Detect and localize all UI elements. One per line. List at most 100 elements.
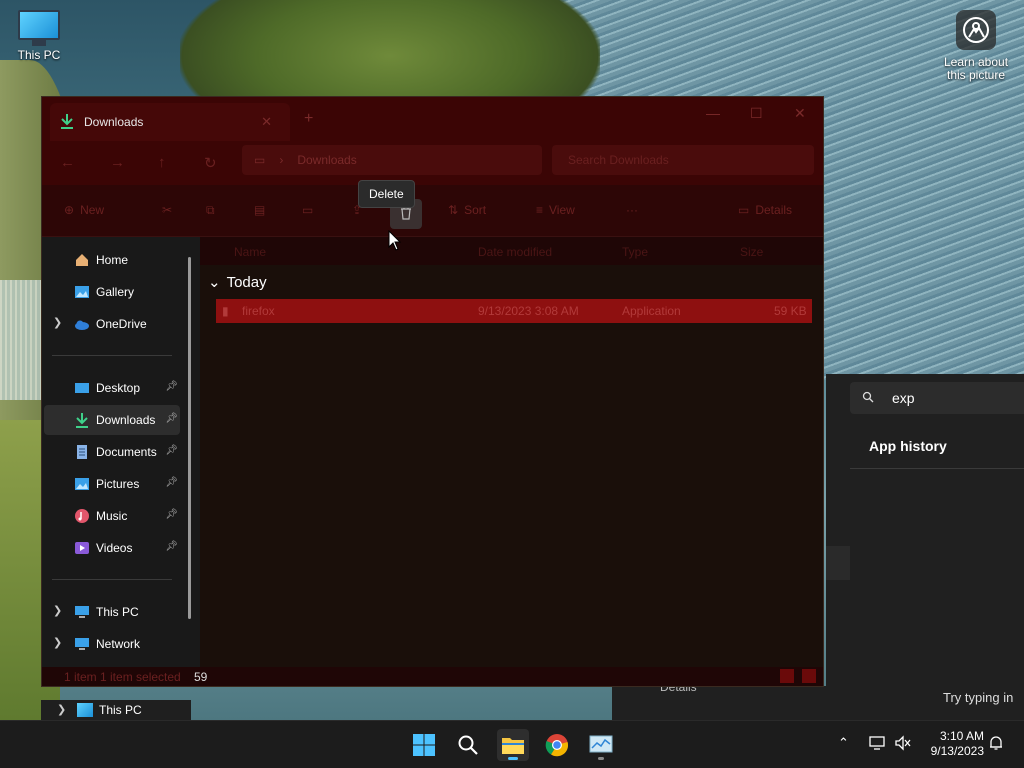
sidebar-item-onedrive[interactable]: ❯ OneDrive xyxy=(44,309,180,339)
taskbar-chrome[interactable] xyxy=(541,729,573,761)
new-tab-button[interactable]: + xyxy=(304,110,313,128)
chevron-up-icon[interactable]: ⌃ xyxy=(838,735,849,751)
status-size: 59 xyxy=(194,670,208,684)
rename-icon[interactable]: ▭ xyxy=(302,203,313,217)
more-button[interactable]: ··· xyxy=(626,203,638,217)
video-icon xyxy=(75,542,89,554)
sidebar-item-videos[interactable]: Videos 📌︎ xyxy=(44,533,180,563)
file-list: Name Date modified Type Size ⌄ Today ▮ f… xyxy=(200,237,823,667)
download-icon xyxy=(76,413,88,428)
camera-info-icon xyxy=(956,10,996,50)
sidebar-item-gallery[interactable]: Gallery xyxy=(44,277,180,307)
folder-icon xyxy=(502,738,524,754)
details-button[interactable]: ▭ Details xyxy=(738,203,792,217)
sidebar-item-music[interactable]: Music 📌︎ xyxy=(44,501,180,531)
nav-this-pc-strip[interactable]: ❯ This PC xyxy=(41,700,191,720)
search-query: exp xyxy=(892,390,915,406)
taskbar-task-manager[interactable] xyxy=(585,729,617,761)
learn-about-picture[interactable]: Learn about this picture xyxy=(936,10,1016,82)
system-clock[interactable]: 3:10 AM 9/13/2023 xyxy=(920,729,984,759)
network-icon xyxy=(75,638,89,650)
refresh-icon[interactable]: ↻ xyxy=(204,154,217,172)
tab-downloads[interactable]: Downloads ✕ xyxy=(50,103,290,141)
sidebar-item-downloads[interactable]: Downloads 📌︎ xyxy=(44,405,180,435)
file-name: firefox xyxy=(242,304,275,318)
view-button[interactable]: ≡ View xyxy=(536,203,575,217)
volume-muted-icon[interactable] xyxy=(894,735,912,754)
column-size[interactable]: Size xyxy=(740,245,763,259)
sidebar-item-home[interactable]: Home xyxy=(44,245,180,275)
document-icon xyxy=(77,445,87,459)
sidebar-item-pictures[interactable]: Pictures 📌︎ xyxy=(44,469,180,499)
close-button[interactable]: ✕ xyxy=(794,105,806,122)
pin-icon[interactable]: 📌︎ xyxy=(165,381,178,392)
search-input[interactable]: Search Downloads xyxy=(552,145,814,175)
start-button[interactable] xyxy=(408,729,440,761)
computer-icon xyxy=(75,606,89,618)
column-type[interactable]: Type xyxy=(622,245,648,259)
chevron-right-icon[interactable]: ❯ xyxy=(53,604,62,617)
clock-date: 9/13/2023 xyxy=(930,744,984,758)
copy-icon[interactable]: ⧉ xyxy=(206,203,215,218)
tab-close-icon[interactable]: ✕ xyxy=(261,114,272,130)
sidebar-item-documents[interactable]: Documents 📌︎ xyxy=(44,437,180,467)
search-icon xyxy=(458,735,478,755)
search-hint: Try typing in xyxy=(943,690,1014,705)
chevron-right-icon[interactable]: ❯ xyxy=(57,703,66,716)
chevron-right-icon[interactable]: ❯ xyxy=(53,316,62,329)
cut-icon[interactable]: ✂ xyxy=(162,203,172,217)
computer-icon xyxy=(18,10,60,40)
taskbar-file-explorer[interactable] xyxy=(497,729,529,761)
details-view-icon[interactable] xyxy=(780,669,794,683)
up-arrow-icon[interactable]: ↑ xyxy=(158,154,166,171)
desktop-icon-this-pc[interactable]: This PC xyxy=(14,10,64,62)
pin-icon[interactable]: 📌︎ xyxy=(165,445,178,456)
home-icon xyxy=(76,254,88,266)
tiles-view-icon[interactable] xyxy=(802,669,816,683)
sort-label: Sort xyxy=(464,203,487,217)
pin-icon[interactable]: 📌︎ xyxy=(165,413,178,424)
chevron-right-icon[interactable]: ❯ xyxy=(53,636,62,649)
desktop-icon-label: This PC xyxy=(17,48,61,62)
group-header-today[interactable]: ⌄ Today xyxy=(208,273,267,292)
new-label: New xyxy=(80,203,105,217)
table-row[interactable]: ▮ firefox 9/13/2023 3:08 AM Application … xyxy=(216,299,812,323)
pin-icon[interactable]: 📌︎ xyxy=(165,509,178,520)
column-headers: Name Date modified Type Size xyxy=(200,237,823,265)
divider xyxy=(52,579,172,580)
forward-arrow-icon[interactable]: → xyxy=(110,154,125,171)
gallery-icon xyxy=(75,286,89,298)
details-label: Details xyxy=(755,203,793,217)
pin-icon[interactable]: 📌︎ xyxy=(165,541,178,552)
network-icon[interactable] xyxy=(868,735,886,754)
file-explorer-window: Downloads ✕ + — ☐ ✕ ← → ↑ ↻ ▭ › Download… xyxy=(41,96,824,687)
address-bar[interactable]: ▭ › Downloads xyxy=(242,145,542,175)
scrollbar[interactable] xyxy=(188,257,191,619)
start-search-box[interactable]: exp xyxy=(850,382,1024,414)
maximize-button[interactable]: ☐ xyxy=(750,105,763,122)
chrome-icon xyxy=(545,734,569,757)
delete-tooltip: Delete xyxy=(358,180,415,208)
column-name[interactable]: Name xyxy=(234,245,266,259)
sidebar-item-this-pc[interactable]: ❯ This PC xyxy=(44,597,180,627)
app-icon: ▮ xyxy=(222,304,229,318)
nav-this-pc-label: This PC xyxy=(99,703,142,717)
title-bar: Downloads ✕ + — ☐ ✕ xyxy=(42,97,823,141)
learn-label-line2: this picture xyxy=(946,68,1006,82)
pin-icon[interactable]: 📌︎ xyxy=(165,477,178,488)
back-arrow-icon[interactable]: ← xyxy=(60,154,75,171)
sidebar-item-desktop[interactable]: Desktop 📌︎ xyxy=(44,373,180,403)
notification-bell-icon[interactable] xyxy=(988,735,1004,754)
taskbar: ⌃ 3:10 AM 9/13/2023 xyxy=(0,720,1024,768)
sidebar-item-network[interactable]: ❯ Network xyxy=(44,629,180,659)
taskbar-search-button[interactable] xyxy=(452,729,484,761)
mouse-cursor-icon xyxy=(388,230,402,251)
view-label: View xyxy=(549,203,575,217)
minimize-button[interactable]: — xyxy=(706,105,720,121)
column-date-modified[interactable]: Date modified xyxy=(478,245,552,259)
paste-icon[interactable]: ▤ xyxy=(254,203,265,217)
sort-button[interactable]: ⇅ Sort xyxy=(448,203,486,217)
navigation-pane: Home Gallery ❯ OneDrive Desktop 📌︎ Downl… xyxy=(42,237,200,667)
new-button[interactable]: ⊕ New xyxy=(64,203,104,217)
search-icon xyxy=(862,391,874,406)
